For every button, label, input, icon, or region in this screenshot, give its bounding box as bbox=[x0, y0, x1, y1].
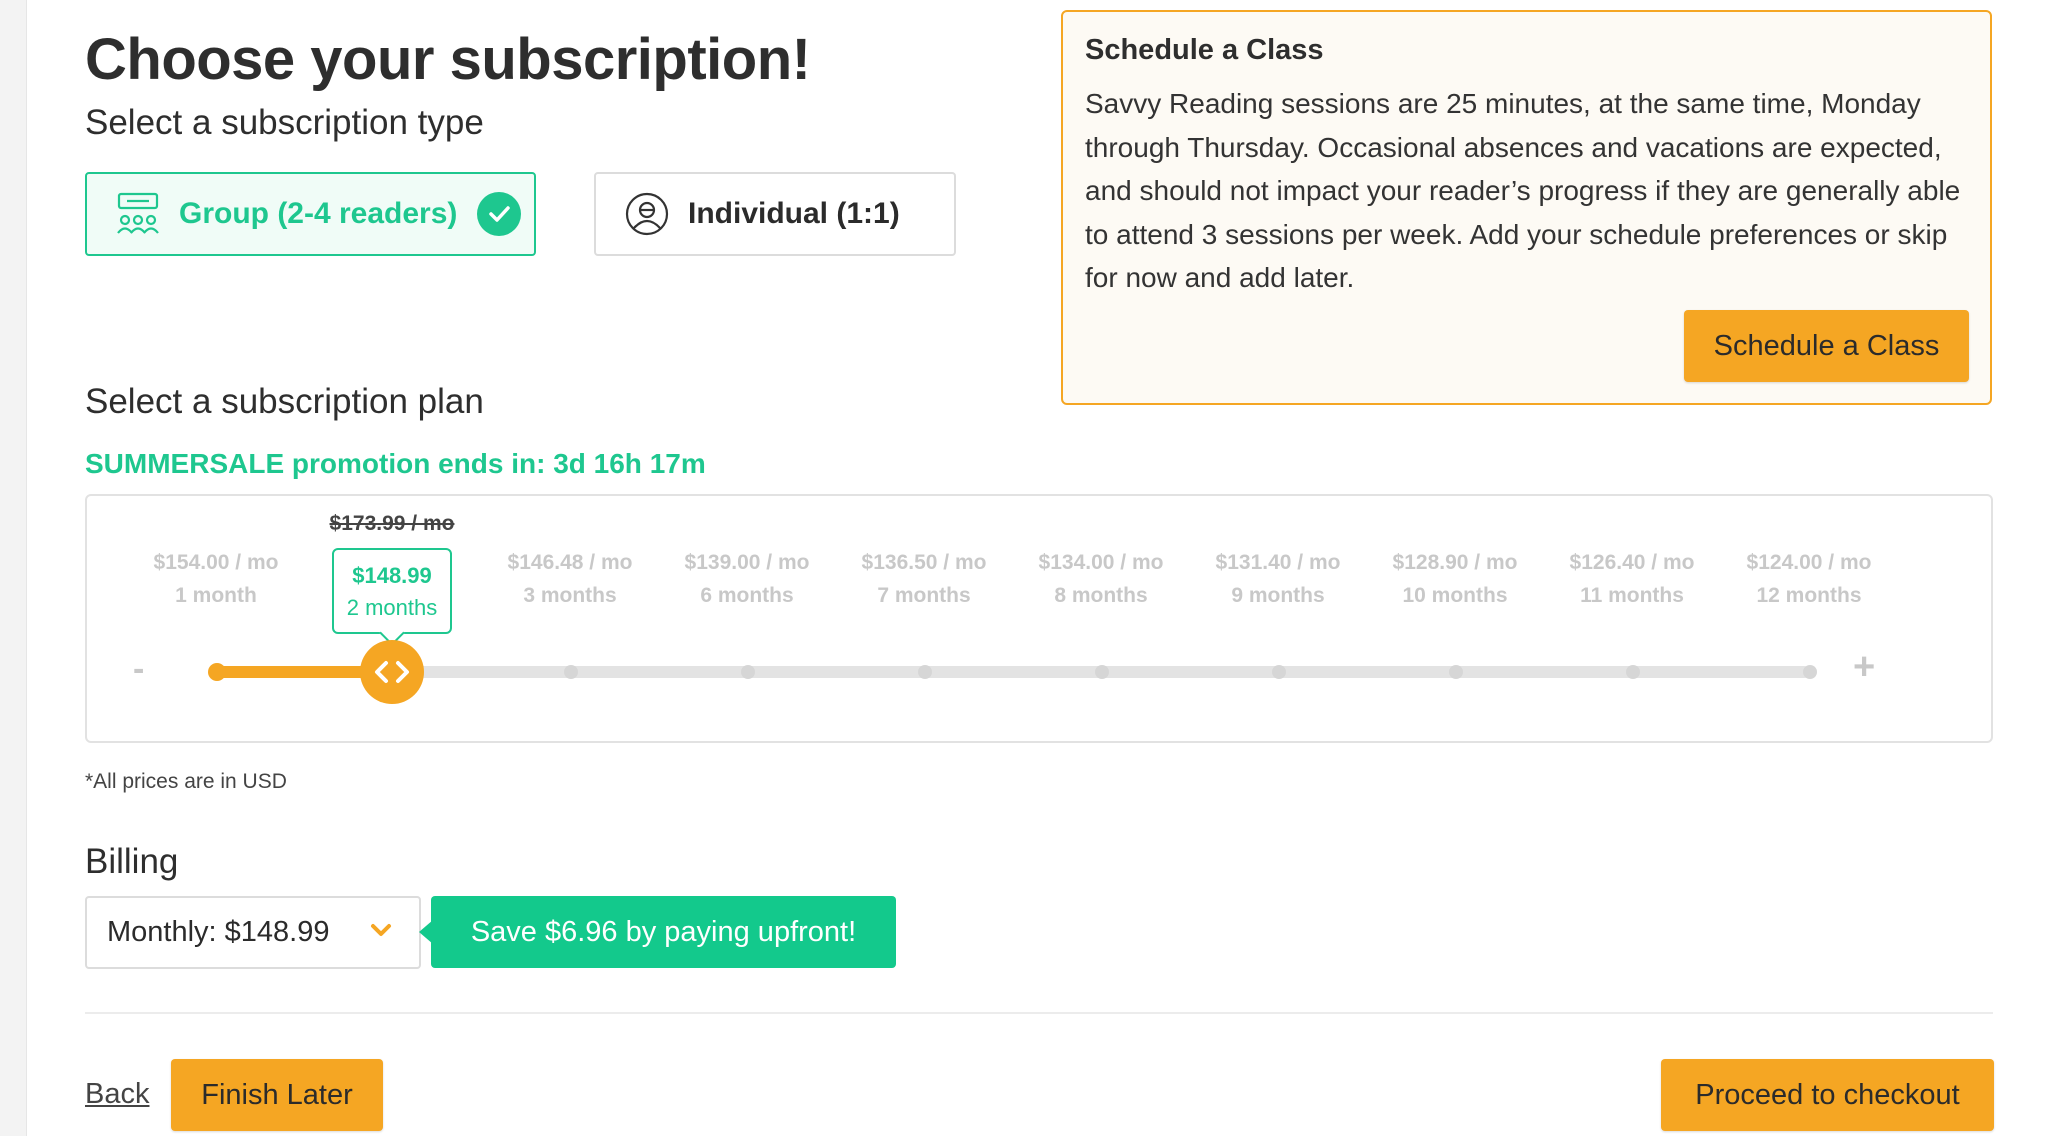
slider-stop[interactable] bbox=[1272, 665, 1286, 679]
option-group[interactable]: Group (2-4 readers) bbox=[85, 172, 536, 256]
tick-label[interactable]: $131.40 / mo 9 months bbox=[1198, 546, 1358, 612]
left-rail bbox=[0, 0, 27, 1136]
finish-later-button[interactable]: Finish Later bbox=[171, 1059, 383, 1131]
slider-stop[interactable] bbox=[1803, 665, 1817, 679]
check-icon bbox=[477, 192, 522, 236]
tick-duration: 8 months bbox=[1054, 584, 1148, 607]
tick-price: $139.00 / mo bbox=[684, 551, 810, 574]
tick-label[interactable]: $128.90 / mo 10 months bbox=[1375, 546, 1535, 612]
tick-price: $136.50 / mo bbox=[861, 551, 987, 574]
slider-stop[interactable] bbox=[1626, 665, 1640, 679]
divider bbox=[85, 1012, 1993, 1014]
currency-note: *All prices are in USD bbox=[85, 770, 287, 793]
back-link[interactable]: Back bbox=[85, 1078, 149, 1111]
option-group-label: Group (2-4 readers) bbox=[179, 197, 458, 230]
save-upfront-badge: Save $6.96 by paying upfront! bbox=[419, 896, 896, 968]
slider-stop[interactable] bbox=[1449, 665, 1463, 679]
tick-duration: 12 months bbox=[1756, 584, 1862, 607]
individual-reader-icon bbox=[624, 191, 670, 237]
tick-price: $146.48 / mo bbox=[507, 551, 633, 574]
decrease-plan-button[interactable]: - bbox=[133, 650, 144, 689]
tick-price: $128.90 / mo bbox=[1392, 551, 1518, 574]
plan-heading: Select a subscription plan bbox=[85, 382, 484, 421]
tick-duration: 1 month bbox=[175, 584, 257, 607]
slider-track[interactable] bbox=[215, 666, 1810, 678]
slider-stop[interactable] bbox=[208, 663, 226, 681]
tick-label[interactable]: $124.00 / mo 12 months bbox=[1729, 546, 1889, 612]
tick-label[interactable]: $136.50 / mo 7 months bbox=[844, 546, 1004, 612]
increase-plan-button[interactable]: + bbox=[1853, 646, 1875, 689]
plan-slider: $173.99 / mo $154.00 / mo 1 month $146.4… bbox=[85, 494, 1993, 743]
subscription-type-heading: Select a subscription type bbox=[85, 103, 484, 142]
original-price: $173.99 / mo bbox=[329, 512, 455, 535]
tick-duration: 11 months bbox=[1580, 584, 1684, 607]
selected-plan-price: $148.99 bbox=[352, 563, 432, 588]
billing-select[interactable]: Monthly: $148.99 bbox=[85, 896, 421, 969]
proceed-to-checkout-button[interactable]: Proceed to checkout bbox=[1661, 1059, 1994, 1131]
tick-label[interactable]: $139.00 / mo 6 months bbox=[667, 546, 827, 612]
slider-stop[interactable] bbox=[918, 665, 932, 679]
selected-plan-tooltip: $148.99 2 months bbox=[332, 548, 452, 634]
option-individual-label: Individual (1:1) bbox=[688, 197, 900, 230]
tick-price: $134.00 / mo bbox=[1038, 551, 1164, 574]
page-title: Choose your subscription! bbox=[85, 27, 811, 92]
tick-duration: 6 months bbox=[700, 584, 794, 607]
tick-price: $154.00 / mo bbox=[153, 551, 279, 574]
tick-duration: 7 months bbox=[877, 584, 971, 607]
slider-stop[interactable] bbox=[741, 665, 755, 679]
billing-selected-value: Monthly: $148.99 bbox=[107, 916, 330, 948]
billing-heading: Billing bbox=[85, 842, 179, 881]
tick-duration: 9 months bbox=[1231, 584, 1325, 607]
promo-countdown: SUMMERSALE promotion ends in: 3d 16h 17m bbox=[85, 448, 706, 479]
tick-label[interactable]: $134.00 / mo 8 months bbox=[1021, 546, 1181, 612]
option-individual[interactable]: Individual (1:1) bbox=[594, 172, 956, 256]
slider-handle[interactable] bbox=[360, 640, 424, 704]
schedule-class-button[interactable]: Schedule a Class bbox=[1684, 310, 1969, 382]
slider-stop[interactable] bbox=[564, 665, 578, 679]
tick-price: $124.00 / mo bbox=[1746, 551, 1872, 574]
tick-duration: 10 months bbox=[1402, 584, 1508, 607]
tick-label[interactable]: $126.40 / mo 11 months bbox=[1552, 546, 1712, 612]
schedule-title: Schedule a Class bbox=[1085, 34, 1324, 66]
group-readers-icon bbox=[115, 191, 161, 237]
tick-price: $131.40 / mo bbox=[1215, 551, 1341, 574]
slider-stop[interactable] bbox=[1095, 665, 1109, 679]
selected-plan-duration: 2 months bbox=[346, 595, 438, 620]
tick-label[interactable]: $146.48 / mo 3 months bbox=[490, 546, 650, 612]
tick-label[interactable]: $154.00 / mo 1 month bbox=[136, 546, 296, 612]
tick-duration: 3 months bbox=[523, 584, 617, 607]
tick-price: $126.40 / mo bbox=[1569, 551, 1695, 574]
schedule-description: Savvy Reading sessions are 25 minutes, a… bbox=[1085, 88, 1961, 293]
drag-arrows-icon bbox=[375, 661, 409, 683]
chevron-down-icon bbox=[367, 916, 395, 952]
schedule-panel: Schedule a Class Savvy Reading sessions … bbox=[1061, 10, 1992, 405]
